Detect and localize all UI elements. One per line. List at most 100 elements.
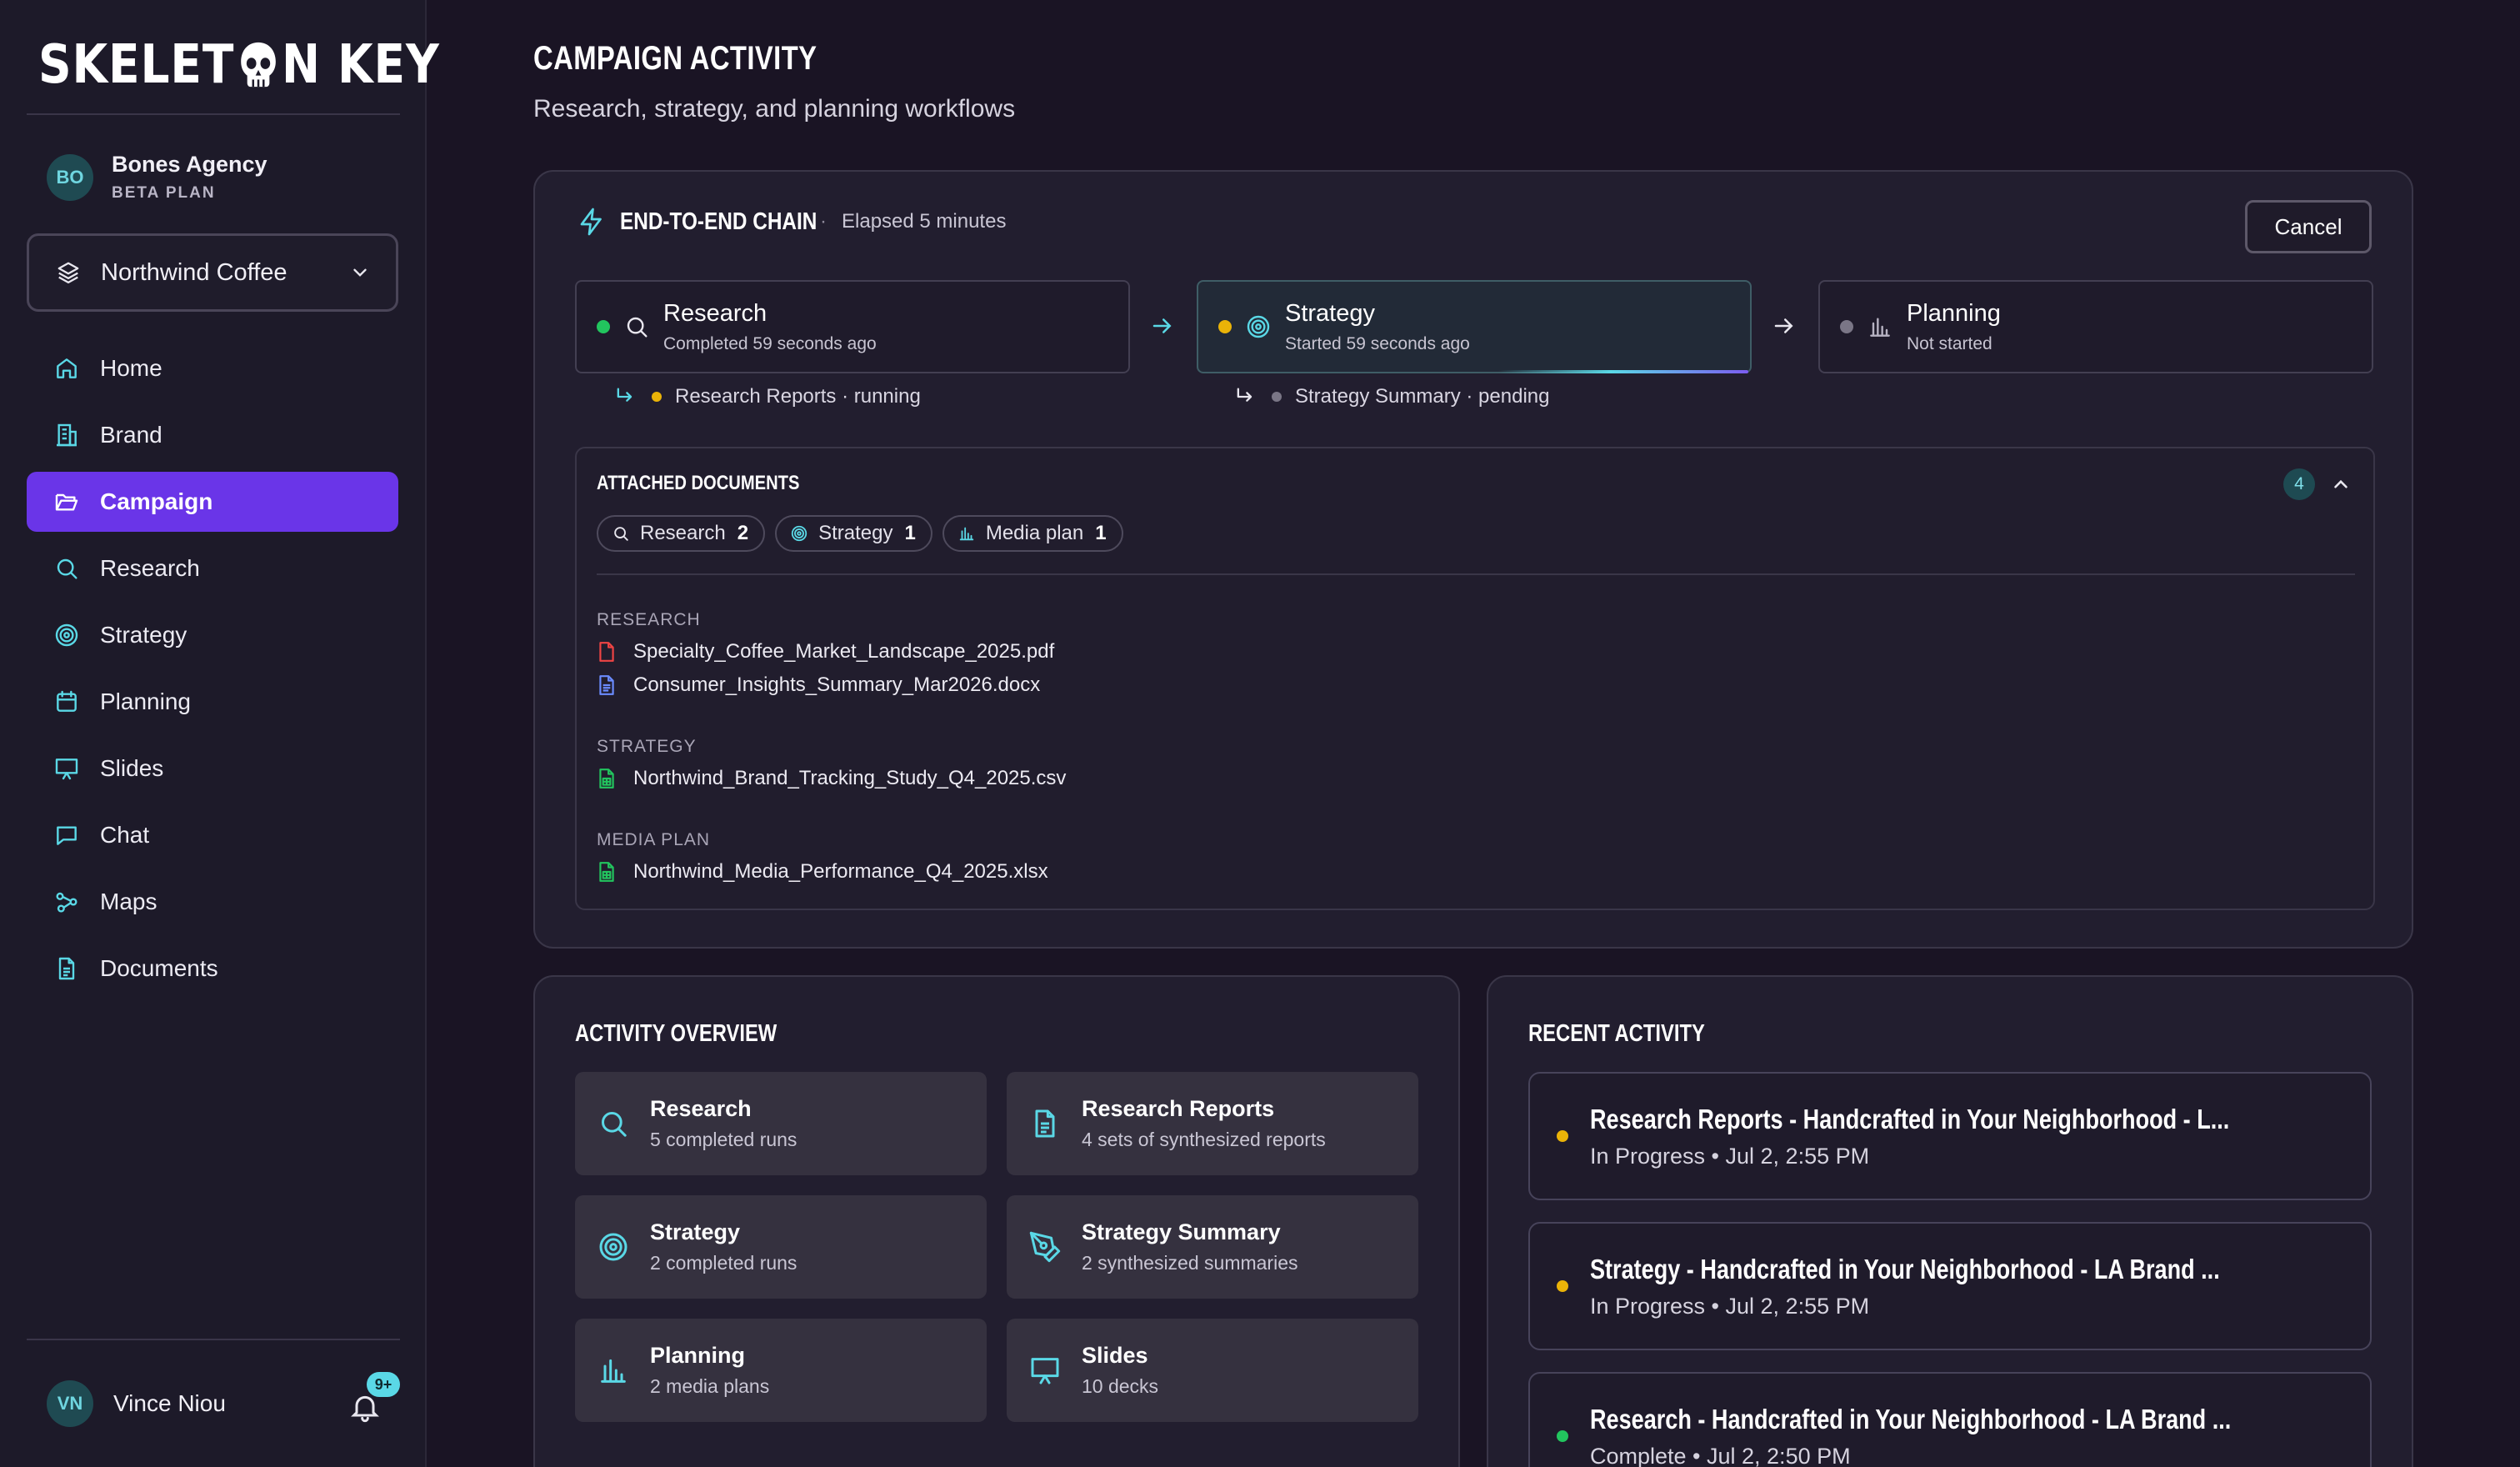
sidebar-item-label: Brand bbox=[100, 422, 162, 448]
sidebar-item-planning[interactable]: Planning bbox=[27, 672, 398, 732]
skull-icon bbox=[240, 42, 276, 88]
overview-card-name: Planning bbox=[650, 1343, 745, 1368]
activity-title: Research Reports - Handcrafted in Your N… bbox=[1590, 1103, 2230, 1134]
activity-meta: In Progress • Jul 2, 2:55 PM bbox=[1590, 1143, 1870, 1169]
sidebar-item-home[interactable]: Home bbox=[27, 338, 398, 398]
document-filter-chips: Research 2 Strategy 1 Media plan 1 bbox=[597, 515, 1133, 552]
overview-card-name: Strategy Summary bbox=[1082, 1219, 1281, 1244]
agency-switcher[interactable]: BO Bones Agency BETA PLAN bbox=[47, 152, 268, 203]
chain-separator: · bbox=[820, 210, 827, 233]
logo-text-left: SKELET bbox=[38, 34, 235, 96]
logo-text-right: N KEY bbox=[282, 34, 440, 96]
bar-chart-icon bbox=[1870, 318, 1890, 337]
chevron-down-icon bbox=[353, 268, 367, 277]
spreadsheet-file-icon bbox=[599, 769, 614, 789]
agency-avatar: BO bbox=[47, 153, 93, 201]
sidebar-item-chat[interactable]: Chat bbox=[27, 805, 398, 865]
status-dot bbox=[1557, 1130, 1568, 1142]
target-icon bbox=[55, 623, 78, 647]
search-icon bbox=[57, 558, 78, 579]
doc-file[interactable]: Northwind_Media_Performance_Q4_2025.xlsx bbox=[597, 860, 1048, 884]
step-progress-bar bbox=[1498, 370, 1748, 373]
sidebar-item-campaign[interactable]: Campaign bbox=[27, 472, 398, 532]
bar-chart-icon bbox=[959, 527, 974, 541]
corner-down-right-icon bbox=[1237, 388, 1252, 402]
sidebar-item-research[interactable]: Research bbox=[27, 538, 398, 598]
sidebar-item-slides[interactable]: Slides bbox=[27, 739, 398, 799]
activity-overview-title: ACTIVITY OVERVIEW bbox=[575, 1020, 778, 1047]
sidebar-divider bbox=[27, 113, 400, 115]
page-title: CAMPAIGN ACTIVITY bbox=[533, 40, 818, 77]
overview-card-slides[interactable]: Slides 10 decks bbox=[1007, 1319, 1418, 1422]
sidebar-item-label: Maps bbox=[100, 889, 158, 914]
app-logo[interactable]: SKELET N KEY bbox=[38, 32, 440, 98]
doc-group-label: STRATEGY bbox=[597, 737, 697, 756]
step-status: Not started bbox=[1907, 333, 1992, 353]
agency-plan: BETA PLAN bbox=[112, 184, 216, 202]
sidebar-item-maps[interactable]: Maps bbox=[27, 872, 398, 932]
cancel-button[interactable]: Cancel bbox=[2245, 200, 2372, 253]
client-select-value: Northwind Coffee bbox=[101, 258, 288, 286]
chat-icon bbox=[57, 826, 77, 845]
substep-strategy-summary: Strategy Summary · pending bbox=[1233, 385, 1549, 408]
status-dot bbox=[597, 320, 610, 333]
overview-card-desc: 2 media plans bbox=[650, 1375, 770, 1397]
overview-card-name: Research bbox=[650, 1096, 752, 1121]
activity-item[interactable]: Research - Handcrafted in Your Neighborh… bbox=[1528, 1372, 2372, 1467]
recent-activity-title: RECENT ACTIVITY bbox=[1528, 1020, 1705, 1047]
chip-count: 1 bbox=[1095, 522, 1107, 544]
notifications-button[interactable]: 9+ bbox=[348, 1372, 400, 1424]
activity-item[interactable]: Research Reports - Handcrafted in Your N… bbox=[1528, 1072, 2372, 1200]
chip-strategy[interactable]: Strategy 1 bbox=[775, 515, 932, 552]
step-name: Strategy bbox=[1285, 299, 1375, 327]
sidebar-item-documents[interactable]: Documents bbox=[27, 939, 398, 999]
doc-file[interactable]: Consumer_Insights_Summary_Mar2026.docx bbox=[597, 673, 1040, 697]
overview-card-research-reports[interactable]: Research Reports 4 sets of synthesized re… bbox=[1007, 1072, 1418, 1175]
activity-meta: Complete • Jul 2, 2:50 PM bbox=[1590, 1443, 1851, 1467]
page-subtitle: Research, strategy, and planning workflo… bbox=[533, 95, 1016, 123]
doc-file-name: Consumer_Insights_Summary_Mar2026.docx bbox=[633, 673, 1041, 696]
user-profile[interactable]: VN Vince Niou 9+ bbox=[47, 1372, 400, 1427]
overview-card-desc: 10 decks bbox=[1082, 1375, 1159, 1397]
client-select[interactable]: Northwind Coffee bbox=[27, 233, 398, 312]
overview-card-strategy-summary[interactable]: Strategy Summary 2 synthesized summaries bbox=[1007, 1195, 1418, 1299]
user-avatar: VN bbox=[47, 1380, 93, 1427]
step-status: Completed 59 seconds ago bbox=[663, 333, 877, 353]
doc-file[interactable]: Northwind_Brand_Tracking_Study_Q4_2025.c… bbox=[597, 767, 1066, 790]
sidebar-item-label: Strategy bbox=[100, 622, 188, 648]
chip-media-plan[interactable]: Media plan 1 bbox=[942, 515, 1123, 552]
recent-activity-panel: RECENT ACTIVITY Research Reports - Handc… bbox=[1487, 975, 2413, 1467]
corner-down-right-icon bbox=[617, 388, 632, 402]
layers-icon bbox=[58, 262, 79, 283]
chevron-up-icon[interactable] bbox=[2330, 473, 2352, 495]
sidebar-item-label: Documents bbox=[100, 955, 218, 981]
chain-step-planning[interactable]: Planning Not started bbox=[1818, 280, 2373, 373]
activity-item[interactable]: Strategy - Handcrafted in Your Neighborh… bbox=[1528, 1222, 2372, 1350]
route-icon bbox=[56, 892, 78, 913]
doc-file-name: Northwind_Media_Performance_Q4_2025.xlsx bbox=[633, 860, 1048, 883]
sidebar-item-brand[interactable]: Brand bbox=[27, 405, 398, 465]
sidebar-nav: Home Brand Campaign Research Strategy Pl… bbox=[27, 338, 398, 1005]
overview-card-research[interactable]: Research 5 completed runs bbox=[575, 1072, 987, 1175]
arrow-right-icon bbox=[1152, 318, 1172, 333]
target-icon bbox=[791, 525, 808, 542]
search-icon bbox=[614, 527, 628, 541]
pdf-file-icon bbox=[599, 642, 614, 662]
status-dot bbox=[1272, 392, 1282, 402]
status-dot bbox=[1218, 320, 1232, 333]
overview-card-strategy[interactable]: Strategy 2 completed runs bbox=[575, 1195, 987, 1299]
chain-step-research[interactable]: Research Completed 59 seconds ago bbox=[575, 280, 1130, 373]
chain-step-strategy[interactable]: Strategy Started 59 seconds ago bbox=[1197, 280, 1752, 373]
doc-file[interactable]: Specialty_Coffee_Market_Landscape_2025.p… bbox=[597, 640, 1054, 663]
sidebar-item-strategy[interactable]: Strategy bbox=[27, 605, 398, 665]
doc-group-label: MEDIA PLAN bbox=[597, 830, 711, 849]
overview-card-planning[interactable]: Planning 2 media plans bbox=[575, 1319, 987, 1422]
status-dot bbox=[1557, 1430, 1568, 1442]
user-name: Vince Niou bbox=[113, 1390, 226, 1416]
folder-open-icon bbox=[55, 493, 78, 511]
chip-research[interactable]: Research 2 bbox=[597, 515, 766, 552]
agency-name: Bones Agency bbox=[112, 152, 268, 177]
chain-elapsed: Elapsed 5 minutes bbox=[842, 210, 1007, 233]
overview-card-name: Research Reports bbox=[1082, 1096, 1275, 1121]
step-name: Research bbox=[663, 299, 768, 327]
